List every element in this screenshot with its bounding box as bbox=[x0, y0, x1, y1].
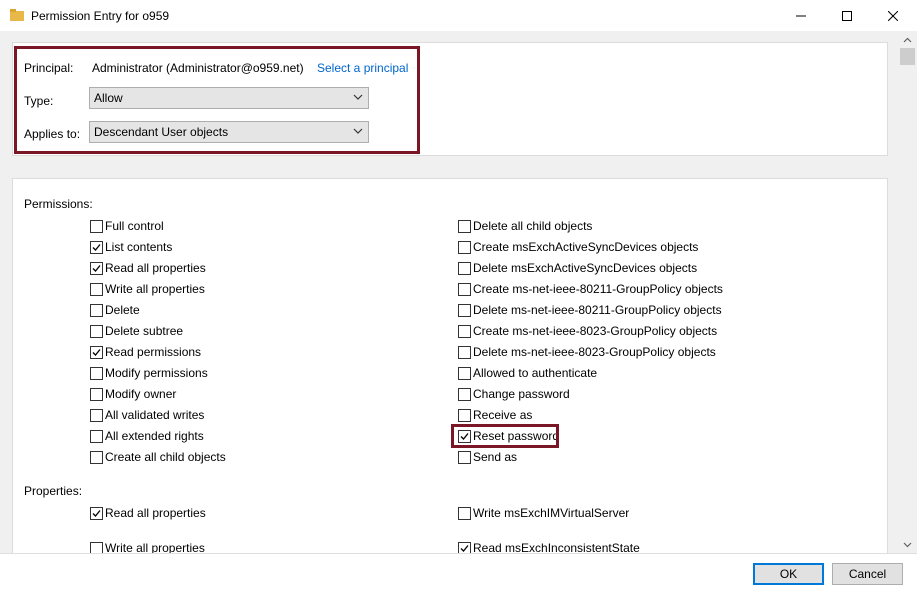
checkbox[interactable] bbox=[90, 325, 103, 338]
close-button[interactable] bbox=[870, 0, 916, 31]
checkmark-icon bbox=[92, 265, 101, 272]
minimize-button[interactable] bbox=[778, 0, 824, 31]
checkbox-label[interactable]: Create ms-net-ieee-8023-GroupPolicy obje… bbox=[473, 324, 717, 338]
scroll-thumb[interactable] bbox=[900, 48, 915, 65]
scroll-up-button[interactable] bbox=[898, 31, 917, 48]
checkbox-label[interactable]: Write msExchIMVirtualServer bbox=[473, 506, 629, 520]
checkbox[interactable] bbox=[458, 304, 471, 317]
checkbox[interactable] bbox=[90, 304, 103, 317]
checkmark-icon bbox=[92, 510, 101, 517]
checkbox[interactable] bbox=[90, 262, 103, 275]
checkbox[interactable] bbox=[90, 430, 103, 443]
checkbox-label[interactable]: Write all properties bbox=[105, 282, 205, 296]
checkbox[interactable] bbox=[458, 367, 471, 380]
chevron-down-icon bbox=[903, 542, 912, 547]
close-icon bbox=[888, 10, 898, 21]
checkbox[interactable] bbox=[458, 507, 471, 520]
checkbox-label[interactable]: Read all properties bbox=[105, 261, 206, 275]
properties-heading: Properties: bbox=[24, 484, 83, 498]
checkbox[interactable] bbox=[90, 542, 103, 553]
scroll-down-button[interactable] bbox=[898, 536, 917, 553]
checkbox-label[interactable]: Modify owner bbox=[105, 387, 176, 401]
principal-highlight-box bbox=[14, 46, 420, 154]
reset-password-highlight-box bbox=[451, 424, 559, 448]
checkbox-label[interactable]: List contents bbox=[105, 240, 172, 254]
vertical-scrollbar[interactable] bbox=[898, 31, 917, 553]
checkbox-label[interactable]: Create all child objects bbox=[105, 450, 226, 464]
checkmark-icon bbox=[92, 349, 101, 356]
title-bar: Permission Entry for o959 bbox=[0, 0, 917, 31]
checkbox-label[interactable]: Read msExchInconsistentState bbox=[473, 541, 640, 553]
checkbox[interactable] bbox=[90, 346, 103, 359]
checkbox[interactable] bbox=[458, 262, 471, 275]
checkbox-label[interactable]: Delete all child objects bbox=[473, 219, 592, 233]
checkbox-label[interactable]: Full control bbox=[105, 219, 164, 233]
checkbox-label[interactable]: Create msExchActiveSyncDevices objects bbox=[473, 240, 698, 254]
minimize-icon bbox=[796, 15, 806, 16]
checkbox-label[interactable]: Read all properties bbox=[105, 506, 206, 520]
checkbox-label[interactable]: Change password bbox=[473, 387, 570, 401]
scroll-content: Principal: Administrator (Administrator@… bbox=[0, 31, 898, 553]
maximize-icon bbox=[842, 10, 852, 21]
checkbox-label[interactable]: Delete bbox=[105, 303, 140, 317]
checkbox-label[interactable]: Send as bbox=[473, 450, 517, 464]
checkbox-label[interactable]: Write all properties bbox=[105, 541, 205, 553]
checkbox[interactable] bbox=[90, 451, 103, 464]
checkbox[interactable] bbox=[458, 325, 471, 338]
checkbox-label[interactable]: Allowed to authenticate bbox=[473, 366, 597, 380]
checkbox[interactable] bbox=[458, 346, 471, 359]
dialog-client: Principal: Administrator (Administrator@… bbox=[0, 31, 917, 593]
checkbox[interactable] bbox=[90, 283, 103, 296]
folder-icon bbox=[10, 9, 24, 21]
maximize-button[interactable] bbox=[824, 0, 870, 31]
checkbox[interactable] bbox=[458, 241, 471, 254]
checkbox[interactable] bbox=[90, 409, 103, 422]
checkmark-icon bbox=[92, 244, 101, 251]
checkbox[interactable] bbox=[458, 220, 471, 233]
checkmark-icon bbox=[460, 545, 469, 552]
chevron-up-icon bbox=[903, 37, 912, 42]
checkbox[interactable] bbox=[458, 542, 471, 553]
checkbox[interactable] bbox=[458, 409, 471, 422]
checkbox[interactable] bbox=[458, 451, 471, 464]
cancel-button[interactable]: Cancel bbox=[832, 563, 903, 585]
checkbox[interactable] bbox=[90, 220, 103, 233]
checkbox[interactable] bbox=[90, 388, 103, 401]
permissions-heading: Permissions: bbox=[24, 197, 93, 211]
checkbox-label[interactable]: Read permissions bbox=[105, 345, 201, 359]
checkbox-label[interactable]: Delete subtree bbox=[105, 324, 183, 338]
dialog-footer: OK Cancel bbox=[0, 553, 917, 593]
checkbox-label[interactable]: Delete msExchActiveSyncDevices objects bbox=[473, 261, 697, 275]
checkbox[interactable] bbox=[458, 388, 471, 401]
checkbox-label[interactable]: Delete ms-net-ieee-80211-GroupPolicy obj… bbox=[473, 303, 722, 317]
ok-button[interactable]: OK bbox=[753, 563, 824, 585]
checkbox-label[interactable]: All extended rights bbox=[105, 429, 204, 443]
checkbox-label[interactable]: All validated writes bbox=[105, 408, 204, 422]
checkbox[interactable] bbox=[90, 367, 103, 380]
checkbox-label[interactable]: Receive as bbox=[473, 408, 532, 422]
checkbox[interactable] bbox=[458, 283, 471, 296]
checkbox[interactable] bbox=[90, 507, 103, 520]
checkbox-label[interactable]: Modify permissions bbox=[105, 366, 208, 380]
checkbox-label[interactable]: Create ms-net-ieee-80211-GroupPolicy obj… bbox=[473, 282, 723, 296]
checkbox[interactable] bbox=[90, 241, 103, 254]
window-title: Permission Entry for o959 bbox=[31, 9, 170, 23]
checkbox-label[interactable]: Delete ms-net-ieee-8023-GroupPolicy obje… bbox=[473, 345, 716, 359]
